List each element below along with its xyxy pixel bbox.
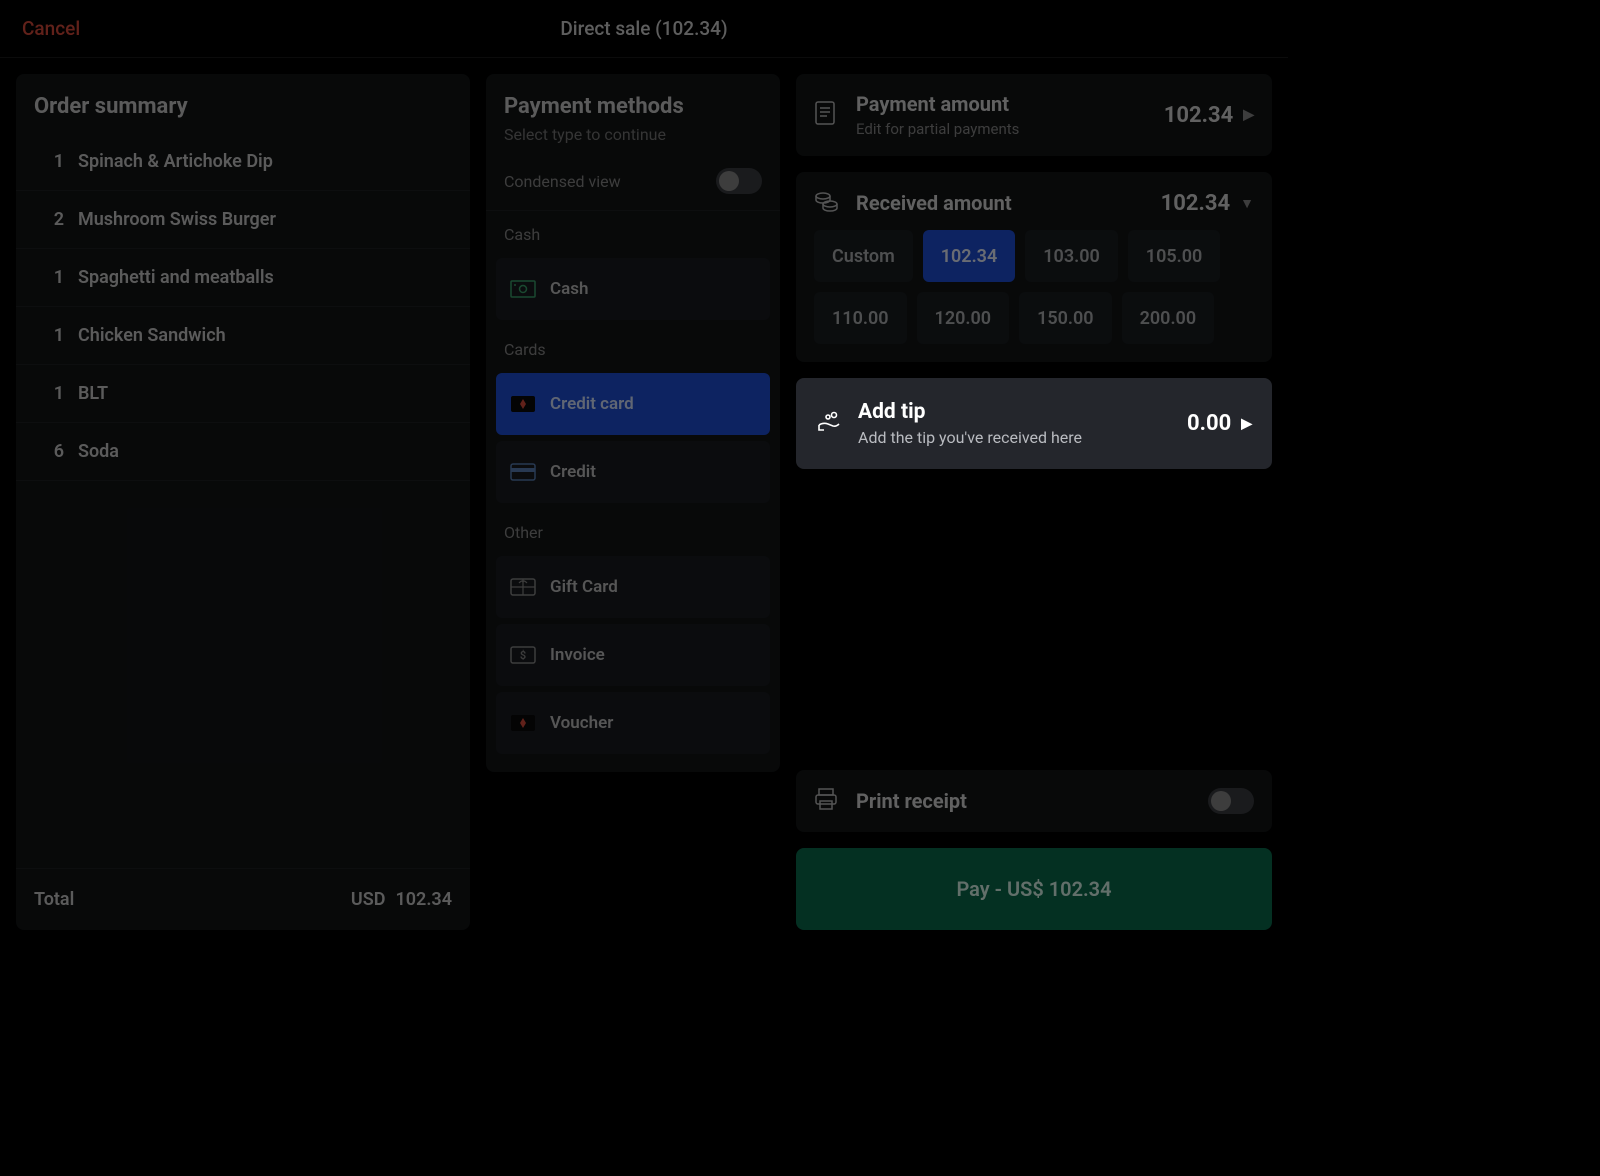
condensed-view-label: Condensed view <box>504 172 621 191</box>
method-gift-card[interactable]: Gift Card <box>496 556 770 618</box>
order-row[interactable]: 1Spinach & Artichoke Dip <box>16 133 470 191</box>
total-currency: USD <box>351 889 386 910</box>
voucher-icon <box>510 713 536 733</box>
condensed-view-toggle[interactable] <box>716 168 762 194</box>
method-credit[interactable]: Credit <box>496 441 770 503</box>
order-items: 1Spinach & Artichoke Dip2Mushroom Swiss … <box>16 133 470 868</box>
credit-icon <box>510 462 536 482</box>
tip-subtitle: Add the tip you've received here <box>858 428 1082 447</box>
order-qty: 6 <box>34 441 78 462</box>
amount-button[interactable]: 200.00 <box>1122 292 1215 344</box>
amount-grid: Custom102.34103.00105.00 110.00120.00150.… <box>814 230 1254 344</box>
page-title: Direct sale (102.34) <box>560 17 727 40</box>
order-row[interactable]: 2Mushroom Swiss Burger <box>16 191 470 249</box>
method-voucher[interactable]: Voucher <box>496 692 770 754</box>
chevron-down-icon[interactable]: ▼ <box>1240 195 1254 212</box>
svg-text:$: $ <box>520 649 526 662</box>
order-qty: 2 <box>34 209 78 230</box>
order-item-name: Spinach & Artichoke Dip <box>78 151 273 172</box>
printer-icon <box>814 788 840 814</box>
method-label: Credit card <box>550 394 634 414</box>
method-label: Invoice <box>550 645 605 665</box>
payment-amount-value: 102.34 <box>1164 103 1234 128</box>
amount-button[interactable]: 120.00 <box>917 292 1010 344</box>
order-row[interactable]: 1Spaghetti and meatballs <box>16 249 470 307</box>
order-total-row: Total USD 102.34 <box>16 868 470 930</box>
method-cash[interactable]: Cash <box>496 258 770 320</box>
chevron-right-icon: ▶ <box>1241 416 1252 432</box>
credit-card-icon <box>510 394 536 414</box>
print-label: Print receipt <box>856 789 967 813</box>
group-cash: Cash <box>486 211 780 252</box>
method-label: Voucher <box>550 713 613 733</box>
total-label: Total <box>34 889 74 910</box>
order-item-name: BLT <box>78 383 108 404</box>
cash-icon <box>510 279 536 299</box>
print-receipt-row: Print receipt <box>796 770 1272 832</box>
method-credit-card[interactable]: Credit card <box>496 373 770 435</box>
add-tip-panel[interactable]: Add tip Add the tip you've received here… <box>796 378 1272 469</box>
total-value: 102.34 <box>395 889 452 910</box>
received-value: 102.34 <box>1161 191 1231 216</box>
order-qty: 1 <box>34 383 78 404</box>
chevron-right-icon: ▶ <box>1243 107 1254 123</box>
method-label: Credit <box>550 462 596 482</box>
right-column: Payment amount Edit for partial payments… <box>796 74 1272 930</box>
topbar: Cancel Direct sale (102.34) <box>0 0 1288 58</box>
pay-button[interactable]: Pay - US$ 102.34 <box>796 848 1272 930</box>
order-summary-title: Order summary <box>34 94 452 119</box>
payment-methods-panel: Payment methods Select type to continue … <box>486 74 780 930</box>
amount-button[interactable]: Custom <box>814 230 913 282</box>
received-title: Received amount <box>856 191 1012 215</box>
order-row[interactable]: 1BLT <box>16 365 470 423</box>
amount-button[interactable]: 102.34 <box>923 230 1016 282</box>
gift-card-icon <box>510 577 536 597</box>
method-invoice[interactable]: $ Invoice <box>496 624 770 686</box>
amount-button[interactable]: 105.00 <box>1128 230 1221 282</box>
columns: Order summary 1Spinach & Artichoke Dip2M… <box>0 58 1288 946</box>
payment-amount-panel[interactable]: Payment amount Edit for partial payments… <box>796 74 1272 156</box>
invoice-icon: $ <box>510 645 536 665</box>
order-qty: 1 <box>34 325 78 346</box>
methods-subtitle: Select type to continue <box>504 125 762 144</box>
order-qty: 1 <box>34 151 78 172</box>
order-row[interactable]: 1Chicken Sandwich <box>16 307 470 365</box>
method-label: Gift Card <box>550 577 618 597</box>
order-row[interactable]: 6Soda <box>16 423 470 481</box>
tip-title: Add tip <box>858 400 1082 424</box>
methods-title: Payment methods <box>504 94 762 119</box>
payment-amount-title: Payment amount <box>856 92 1019 116</box>
coins-icon <box>814 190 840 216</box>
amount-button[interactable]: 110.00 <box>814 292 907 344</box>
order-qty: 1 <box>34 267 78 288</box>
order-summary-panel: Order summary 1Spinach & Artichoke Dip2M… <box>16 74 470 930</box>
received-amount-panel: Received amount 102.34 ▼ Custom102.34103… <box>796 172 1272 362</box>
amount-button[interactable]: 150.00 <box>1019 292 1112 344</box>
receipt-icon <box>814 101 840 129</box>
print-receipt-toggle[interactable] <box>1208 788 1254 814</box>
tip-icon <box>816 410 842 438</box>
cancel-button[interactable]: Cancel <box>22 17 80 40</box>
amount-button[interactable]: 103.00 <box>1025 230 1118 282</box>
order-item-name: Spaghetti and meatballs <box>78 267 274 288</box>
order-item-name: Chicken Sandwich <box>78 325 226 346</box>
method-label: Cash <box>550 279 588 299</box>
group-other: Other <box>486 509 780 550</box>
order-item-name: Mushroom Swiss Burger <box>78 209 276 230</box>
tip-value: 0.00 <box>1187 411 1231 436</box>
group-cards: Cards <box>486 326 780 367</box>
order-item-name: Soda <box>78 441 119 462</box>
payment-amount-subtitle: Edit for partial payments <box>856 120 1019 138</box>
